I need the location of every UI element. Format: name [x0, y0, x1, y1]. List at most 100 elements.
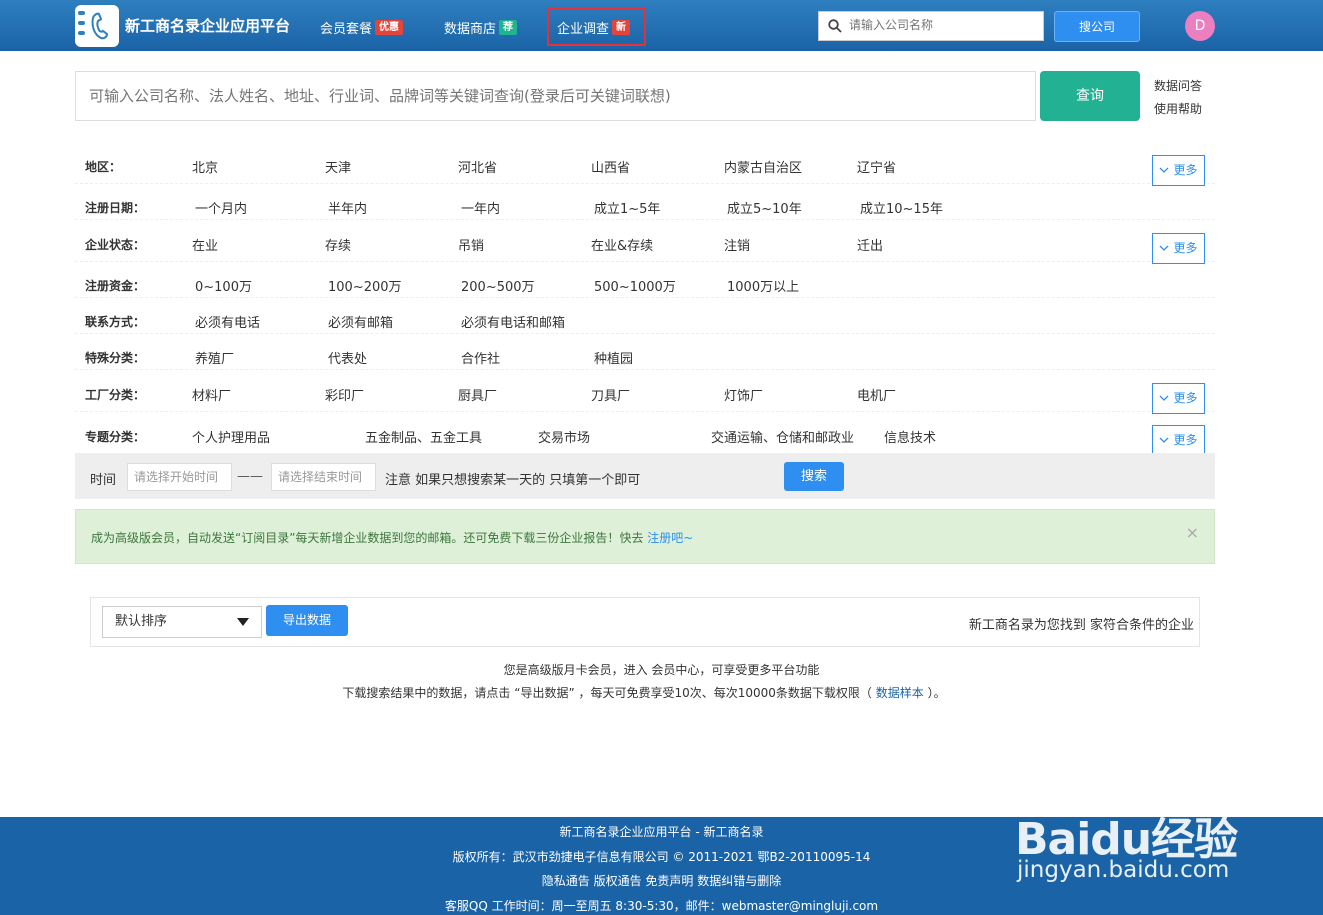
filter-option[interactable]: 交通运输、仓储和邮政业 — [711, 427, 854, 446]
data-qa-link[interactable]: 数据问答 — [1154, 77, 1202, 94]
filter-option[interactable]: 成立10~15年 — [860, 198, 943, 217]
filter-option[interactable]: 吊销 — [458, 235, 484, 254]
promo-alert: 成为高级版会员，自动发送“订阅目录”每天新增企业数据到您的邮箱。还可免费下载三份… — [75, 509, 1215, 564]
more-label: 更多 — [1173, 433, 1198, 447]
filter-option[interactable]: 信息技术 — [884, 427, 936, 446]
logo-phone-icon[interactable] — [75, 5, 119, 47]
filter-option[interactable]: 500~1000万 — [594, 276, 676, 295]
filter-option[interactable]: 天津 — [325, 157, 351, 176]
sort-select[interactable]: 默认排序 — [102, 606, 262, 638]
filter-option[interactable]: 合作社 — [461, 348, 500, 367]
filter-label: 注册日期： — [85, 201, 146, 215]
nav-member-plans[interactable]: 会员套餐 优惠 — [320, 18, 404, 37]
time-search-button[interactable]: 搜索 — [784, 462, 844, 491]
filter-option[interactable]: 存续 — [325, 235, 351, 254]
more-button[interactable]: 更多 — [1152, 425, 1205, 456]
nav-label: 数据商店 — [444, 22, 497, 37]
filter-row: 注册日期： 一个月内 半年内 一年内 成立1~5年 成立5~10年 成立10~15年 — [75, 184, 1215, 220]
filter-option[interactable]: 养殖厂 — [195, 348, 234, 367]
filter-option[interactable]: 种植园 — [594, 348, 633, 367]
filter-label: 地区： — [85, 160, 122, 174]
nav-company-survey[interactable]: 企业调查 新 — [557, 18, 631, 37]
filter-option[interactable]: 200~500万 — [461, 276, 535, 295]
export-data-button[interactable]: 导出数据 — [266, 605, 348, 636]
filter-option[interactable]: 100~200万 — [328, 276, 402, 295]
filter-row: 专题分类： 个人护理用品 五金制品、五金工具 交易市场 交通运输、仓储和邮政业 信息技术 更… — [75, 412, 1215, 456]
filter-option[interactable]: 在业&存续 — [591, 235, 653, 254]
filter-option[interactable]: 1000万以上 — [727, 276, 799, 295]
filter-option[interactable]: 代表处 — [328, 348, 367, 367]
filter-row: 特殊分类： 养殖厂 代表处 合作社 种植园 — [75, 334, 1215, 370]
chevron-down-icon — [1160, 245, 1169, 251]
filter-option[interactable]: 材料厂 — [192, 385, 231, 404]
search-icon — [828, 19, 842, 33]
data-sample-link[interactable]: 数据样本 — [876, 686, 924, 700]
register-link[interactable]: 注册吧~ — [647, 531, 693, 545]
filter-option[interactable]: 交易市场 — [538, 427, 590, 446]
filter-option[interactable]: 彩印厂 — [325, 385, 364, 404]
avatar[interactable]: D — [1185, 11, 1215, 41]
filter-option[interactable]: 必须有邮箱 — [328, 312, 393, 331]
filter-option[interactable]: 山西省 — [591, 157, 630, 176]
result-summary: 新工商名录为您找到 家符合条件的企业 — [968, 618, 1194, 633]
filter-option[interactable]: 成立5~10年 — [727, 198, 802, 217]
time-label: 时间 — [90, 473, 117, 488]
nav-data-store[interactable]: 数据商店 荐 — [444, 18, 518, 37]
help-link[interactable]: 使用帮助 — [1154, 100, 1202, 117]
nav-badge: 新 — [612, 20, 631, 35]
filter-label: 专题分类： — [85, 430, 146, 444]
filter-option[interactable]: 内蒙古自治区 — [724, 157, 802, 176]
filter-option[interactable]: 半年内 — [328, 198, 367, 217]
nav-label: 企业调查 — [557, 22, 610, 37]
nav-label: 会员套餐 — [320, 22, 373, 37]
filter-label: 企业状态： — [85, 238, 146, 252]
filter-option[interactable]: 注销 — [724, 235, 750, 254]
filter-label: 注册资金： — [85, 279, 146, 293]
filter-option[interactable]: 北京 — [192, 157, 218, 176]
chevron-down-icon — [1160, 395, 1169, 401]
close-icon[interactable]: × — [1186, 523, 1199, 542]
start-date-input[interactable]: 请选择开始时间 — [127, 463, 232, 491]
filter-option[interactable]: 必须有电话 — [195, 312, 260, 331]
filter-option[interactable]: 个人护理用品 — [192, 427, 270, 446]
query-button[interactable]: 查询 — [1040, 71, 1140, 121]
keyword-search-input[interactable] — [76, 72, 1035, 120]
filter-option[interactable]: 厨具厂 — [458, 385, 497, 404]
filter-option[interactable]: 0~100万 — [195, 276, 252, 295]
search-company-button[interactable]: 搜公司 — [1054, 11, 1140, 42]
filter-option[interactable]: 成立1~5年 — [594, 198, 660, 217]
footer-contact: 客服QQ 工作时间：周一至周五 8:30-5:30，邮件：webmaster@m… — [444, 899, 879, 913]
filter-option[interactable]: 迁出 — [857, 235, 883, 254]
filter-option[interactable]: 电机厂 — [857, 385, 896, 404]
filter-option[interactable]: 辽宁省 — [857, 157, 896, 176]
top-navbar: 新工商名录企业应用平台 会员套餐 优惠 数据商店 荐 企业调查 新 搜公司 D — [0, 0, 1323, 51]
filter-option[interactable]: 河北省 — [458, 157, 497, 176]
more-button[interactable]: 更多 — [1152, 155, 1205, 186]
logo-text[interactable]: 新工商名录企业应用平台 — [125, 15, 290, 36]
download-info-text: 下载搜索结果中的数据，请点击 “导出数据” ，每天可免费享受10次、每次1000… — [342, 686, 876, 700]
time-filter-bar: 时间 请选择开始时间 —— 请选择结束时间 注意 如果只想搜索某一天的 只填第一… — [75, 453, 1215, 499]
filter-label: 联系方式： — [85, 315, 146, 329]
download-info: 下载搜索结果中的数据，请点击 “导出数据” ，每天可免费享受10次、每次1000… — [0, 684, 1288, 701]
filter-option[interactable]: 刀具厂 — [591, 385, 630, 404]
date-separator: —— — [237, 469, 263, 484]
filter-option[interactable]: 必须有电话和邮箱 — [461, 312, 565, 331]
nav-badge: 优惠 — [375, 20, 404, 35]
company-search-input[interactable] — [849, 18, 1039, 32]
filter-option[interactable]: 五金制品、五金工具 — [365, 427, 482, 446]
filter-option[interactable]: 一个月内 — [195, 198, 247, 217]
filter-label: 特殊分类： — [85, 351, 146, 365]
member-info: 您是高级版月卡会员，进入 会员中心，可享受更多平台功能 — [503, 663, 820, 677]
chevron-down-icon — [1160, 437, 1169, 443]
filter-row: 地区： 北京 天津 河北省 山西省 内蒙古自治区 辽宁省 更多 — [75, 142, 1215, 186]
filter-option[interactable]: 灯饰厂 — [724, 385, 763, 404]
more-button[interactable]: 更多 — [1152, 383, 1205, 414]
more-button[interactable]: 更多 — [1152, 233, 1205, 264]
filter-option[interactable]: 在业 — [192, 235, 218, 254]
main-search-box — [75, 71, 1036, 121]
end-date-input[interactable]: 请选择结束时间 — [271, 463, 376, 491]
watermark-url: jingyan.baidu.com — [1017, 857, 1230, 883]
filter-row: 工厂分类： 材料厂 彩印厂 厨具厂 刀具厂 灯饰厂 电机厂 更多 — [75, 370, 1215, 414]
filter-option[interactable]: 一年内 — [461, 198, 500, 217]
more-label: 更多 — [1173, 163, 1198, 177]
